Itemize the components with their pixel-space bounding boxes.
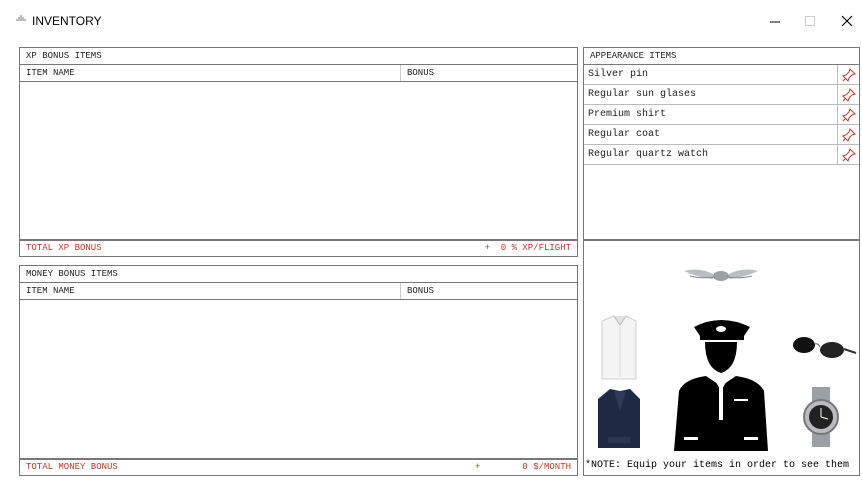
xp-bonus-list[interactable]	[20, 82, 577, 239]
xp-bonus-panel: XP BONUS ITEMS ITEM NAME BONUS	[19, 47, 578, 240]
window-title: INVENTORY	[32, 14, 102, 28]
money-bonus-header: MONEY BONUS ITEMS	[20, 266, 577, 283]
appearance-item-label: Regular quartz watch	[588, 149, 709, 160]
watch-icon	[803, 387, 839, 447]
item-name-column[interactable]: ITEM NAME	[26, 65, 75, 81]
minimize-button[interactable]	[760, 8, 790, 34]
total-money-bonus-label: TOTAL MONEY BONUS	[26, 462, 118, 472]
pin-icon[interactable]	[837, 65, 859, 84]
close-button[interactable]	[832, 8, 862, 34]
appearance-item-quartz-watch[interactable]: Regular quartz watch	[584, 145, 859, 165]
equip-note: *NOTE: Equip your items in order to see …	[585, 460, 850, 471]
bonus-column[interactable]: BONUS	[400, 65, 434, 81]
xp-bonus-header: XP BONUS ITEMS	[20, 48, 577, 65]
appearance-item-silver-pin[interactable]: Silver pin	[584, 65, 859, 85]
silver-pin-icon	[684, 269, 758, 281]
total-money-bonus-value: 0 $/MONTH	[522, 462, 571, 472]
money-bonus-column-header: ITEM NAME BONUS	[20, 283, 577, 300]
appearance-item-label: Silver pin	[588, 69, 649, 80]
item-name-column[interactable]: ITEM NAME	[26, 283, 75, 299]
appearance-panel: APPEARANCE ITEMS Silver pin Regular sun …	[583, 47, 860, 240]
minimize-icon	[770, 21, 780, 23]
pin-icon[interactable]	[837, 125, 859, 144]
maximize-button[interactable]	[795, 8, 825, 34]
appearance-header: APPEARANCE ITEMS	[584, 48, 859, 65]
appearance-item-sun-glases[interactable]: Regular sun glases	[584, 85, 859, 105]
pilot-avatar-icon	[674, 320, 768, 451]
appearance-item-label: Regular sun glases	[588, 89, 697, 100]
appearance-item-label: Premium shirt	[588, 109, 667, 120]
money-bonus-panel: MONEY BONUS ITEMS ITEM NAME BONUS	[19, 265, 578, 459]
bonus-column[interactable]: BONUS	[400, 283, 434, 299]
money-bonus-list[interactable]	[20, 300, 577, 458]
pin-icon[interactable]	[837, 145, 859, 164]
appearance-item-premium-shirt[interactable]: Premium shirt	[584, 105, 859, 125]
total-xp-bonus-label: TOTAL XP BONUS	[26, 243, 102, 253]
appearance-item-regular-coat[interactable]: Regular coat	[584, 125, 859, 145]
title-bar: INVENTORY	[0, 0, 862, 44]
maximize-icon	[805, 16, 815, 26]
total-money-bonus-bar: TOTAL MONEY BONUS + 0 $/MONTH	[19, 459, 578, 476]
total-money-bonus-sign: +	[475, 462, 481, 472]
xp-bonus-column-header: ITEM NAME BONUS	[20, 65, 577, 82]
total-xp-bonus-bar: TOTAL XP BONUS + 0 % XP/FLIGHT	[19, 240, 578, 257]
appearance-list: Silver pin Regular sun glases Premium sh…	[584, 65, 859, 165]
total-xp-bonus-value: + 0 % XP/FLIGHT	[484, 243, 571, 253]
pin-icon[interactable]	[837, 105, 859, 124]
airplane-icon	[16, 15, 26, 21]
shirt-icon	[601, 315, 637, 380]
pin-icon[interactable]	[837, 85, 859, 104]
close-icon	[841, 15, 853, 27]
avatar-preview	[598, 269, 857, 451]
coat-icon	[598, 389, 640, 448]
appearance-item-label: Regular coat	[588, 129, 661, 140]
avatar-preview-panel	[583, 240, 860, 476]
sunglasses-icon	[793, 337, 857, 358]
